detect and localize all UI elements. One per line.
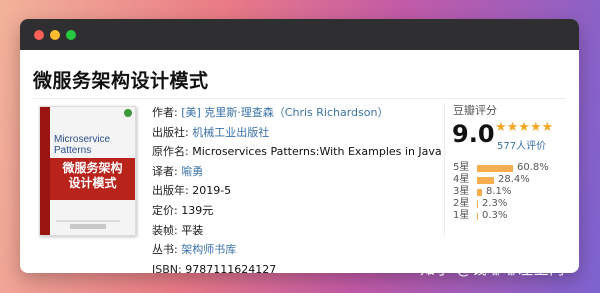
distribution-star-label: 4星 <box>453 174 470 185</box>
cover-english-title: Microservice Patterns <box>54 134 111 156</box>
rating-stars-icon: ★★★★★ <box>495 120 554 135</box>
book-cover-image[interactable]: Microservice Patterns 微服务架构 设计模式 <box>39 106 136 236</box>
rating-distribution-row: 2星 2.3% <box>453 198 579 210</box>
distribution-percent: 0.3% <box>482 210 508 221</box>
distribution-bar <box>477 201 478 208</box>
minimize-window-button[interactable] <box>50 30 60 40</box>
distribution-percent: 28.4% <box>498 174 530 185</box>
info-row-series: 丛书: 架构师书库 <box>152 240 442 260</box>
distribution-bar <box>477 177 494 184</box>
original-title-value: Microservices Patterns:With Examples in … <box>192 145 442 159</box>
binding-value: 平装 <box>181 223 204 237</box>
publisher-label: 出版社: <box>152 125 189 139</box>
maximize-window-button[interactable] <box>66 30 76 40</box>
rating-label: 豆瓣评分 <box>453 104 497 117</box>
distribution-bar <box>477 165 513 172</box>
info-row-year: 出版年: 2019-5 <box>152 181 442 201</box>
rating-distribution-row: 4星 28.4% <box>453 174 579 186</box>
author-link[interactable]: [美] 克里斯·理查森（Chris Richardson） <box>181 106 388 119</box>
distribution-star-label: 3星 <box>453 186 470 197</box>
series-link[interactable]: 架构师书库 <box>181 243 236 256</box>
info-row-isbn: ISBN: 9787111624127 <box>152 260 442 273</box>
publisher-link[interactable]: 机械工业出版社 <box>192 126 269 139</box>
title-divider <box>33 98 566 99</box>
rating-distribution-row: 1星 0.3% <box>453 210 579 222</box>
cover-publisher-badge-icon <box>124 109 132 117</box>
window-titlebar <box>20 19 579 50</box>
distribution-star-label: 1星 <box>453 210 470 221</box>
price-label: 定价: <box>152 203 178 217</box>
info-row-binding: 装帧: 平装 <box>152 221 442 241</box>
distribution-percent: 2.3% <box>482 198 508 209</box>
rating-distribution-row: 5星 60.8% <box>453 162 579 174</box>
isbn-label: ISBN: <box>152 262 182 273</box>
distribution-star-label: 5星 <box>453 162 470 173</box>
distribution-star-label: 2星 <box>453 198 470 209</box>
info-row-author: 作者: [美] 克里斯·理查森（Chris Richardson） <box>152 103 442 123</box>
rating-distribution-row: 3星 8.1% <box>453 186 579 198</box>
cover-chinese-title: 微服务架构 设计模式 <box>62 161 123 190</box>
distribution-percent: 8.1% <box>486 186 512 197</box>
info-row-original-title: 原作名: Microservices Patterns:With Example… <box>152 142 442 162</box>
distribution-bar <box>477 213 478 220</box>
translator-link[interactable]: 喻勇 <box>181 165 203 178</box>
rating-distribution: 5星 60.8% 4星 28.4% 3星 8.1% 2星 2.3% 1星 0.3% <box>453 162 579 222</box>
binding-label: 装帧: <box>152 223 178 237</box>
isbn-value: 9787111624127 <box>185 262 277 273</box>
close-window-button[interactable] <box>34 30 44 40</box>
watermark: 知乎 @钱嘟嘟左卫门 <box>420 260 565 278</box>
original-title-label: 原作名: <box>152 145 189 159</box>
rating-divider <box>444 103 445 236</box>
info-row-publisher: 出版社: 机械工业出版社 <box>152 123 442 143</box>
distribution-bar <box>477 189 482 196</box>
year-value: 2019-5 <box>192 184 232 198</box>
book-info: 作者: [美] 克里斯·理查森（Chris Richardson） 出版社: 机… <box>152 103 442 273</box>
translator-label: 译者: <box>152 164 178 178</box>
price-value: 139元 <box>181 203 214 217</box>
author-label: 作者: <box>152 106 178 119</box>
distribution-percent: 60.8% <box>517 162 549 173</box>
info-row-translator: 译者: 喻勇 <box>152 162 442 182</box>
rating-count-link[interactable]: 577人评价 <box>497 137 546 152</box>
book-title: 微服务架构设计模式 <box>33 70 209 92</box>
year-label: 出版年: <box>152 184 189 198</box>
rating-score: 9.0 <box>452 120 495 148</box>
info-row-price: 定价: 139元 <box>152 201 442 221</box>
cover-footer-mark <box>70 224 106 229</box>
cover-logo-strip <box>56 220 120 222</box>
cover-spine <box>40 107 50 235</box>
book-card-window: 微服务架构设计模式 Microservice Patterns 微服务架构 设计… <box>20 19 579 273</box>
series-label: 丛书: <box>152 243 178 257</box>
